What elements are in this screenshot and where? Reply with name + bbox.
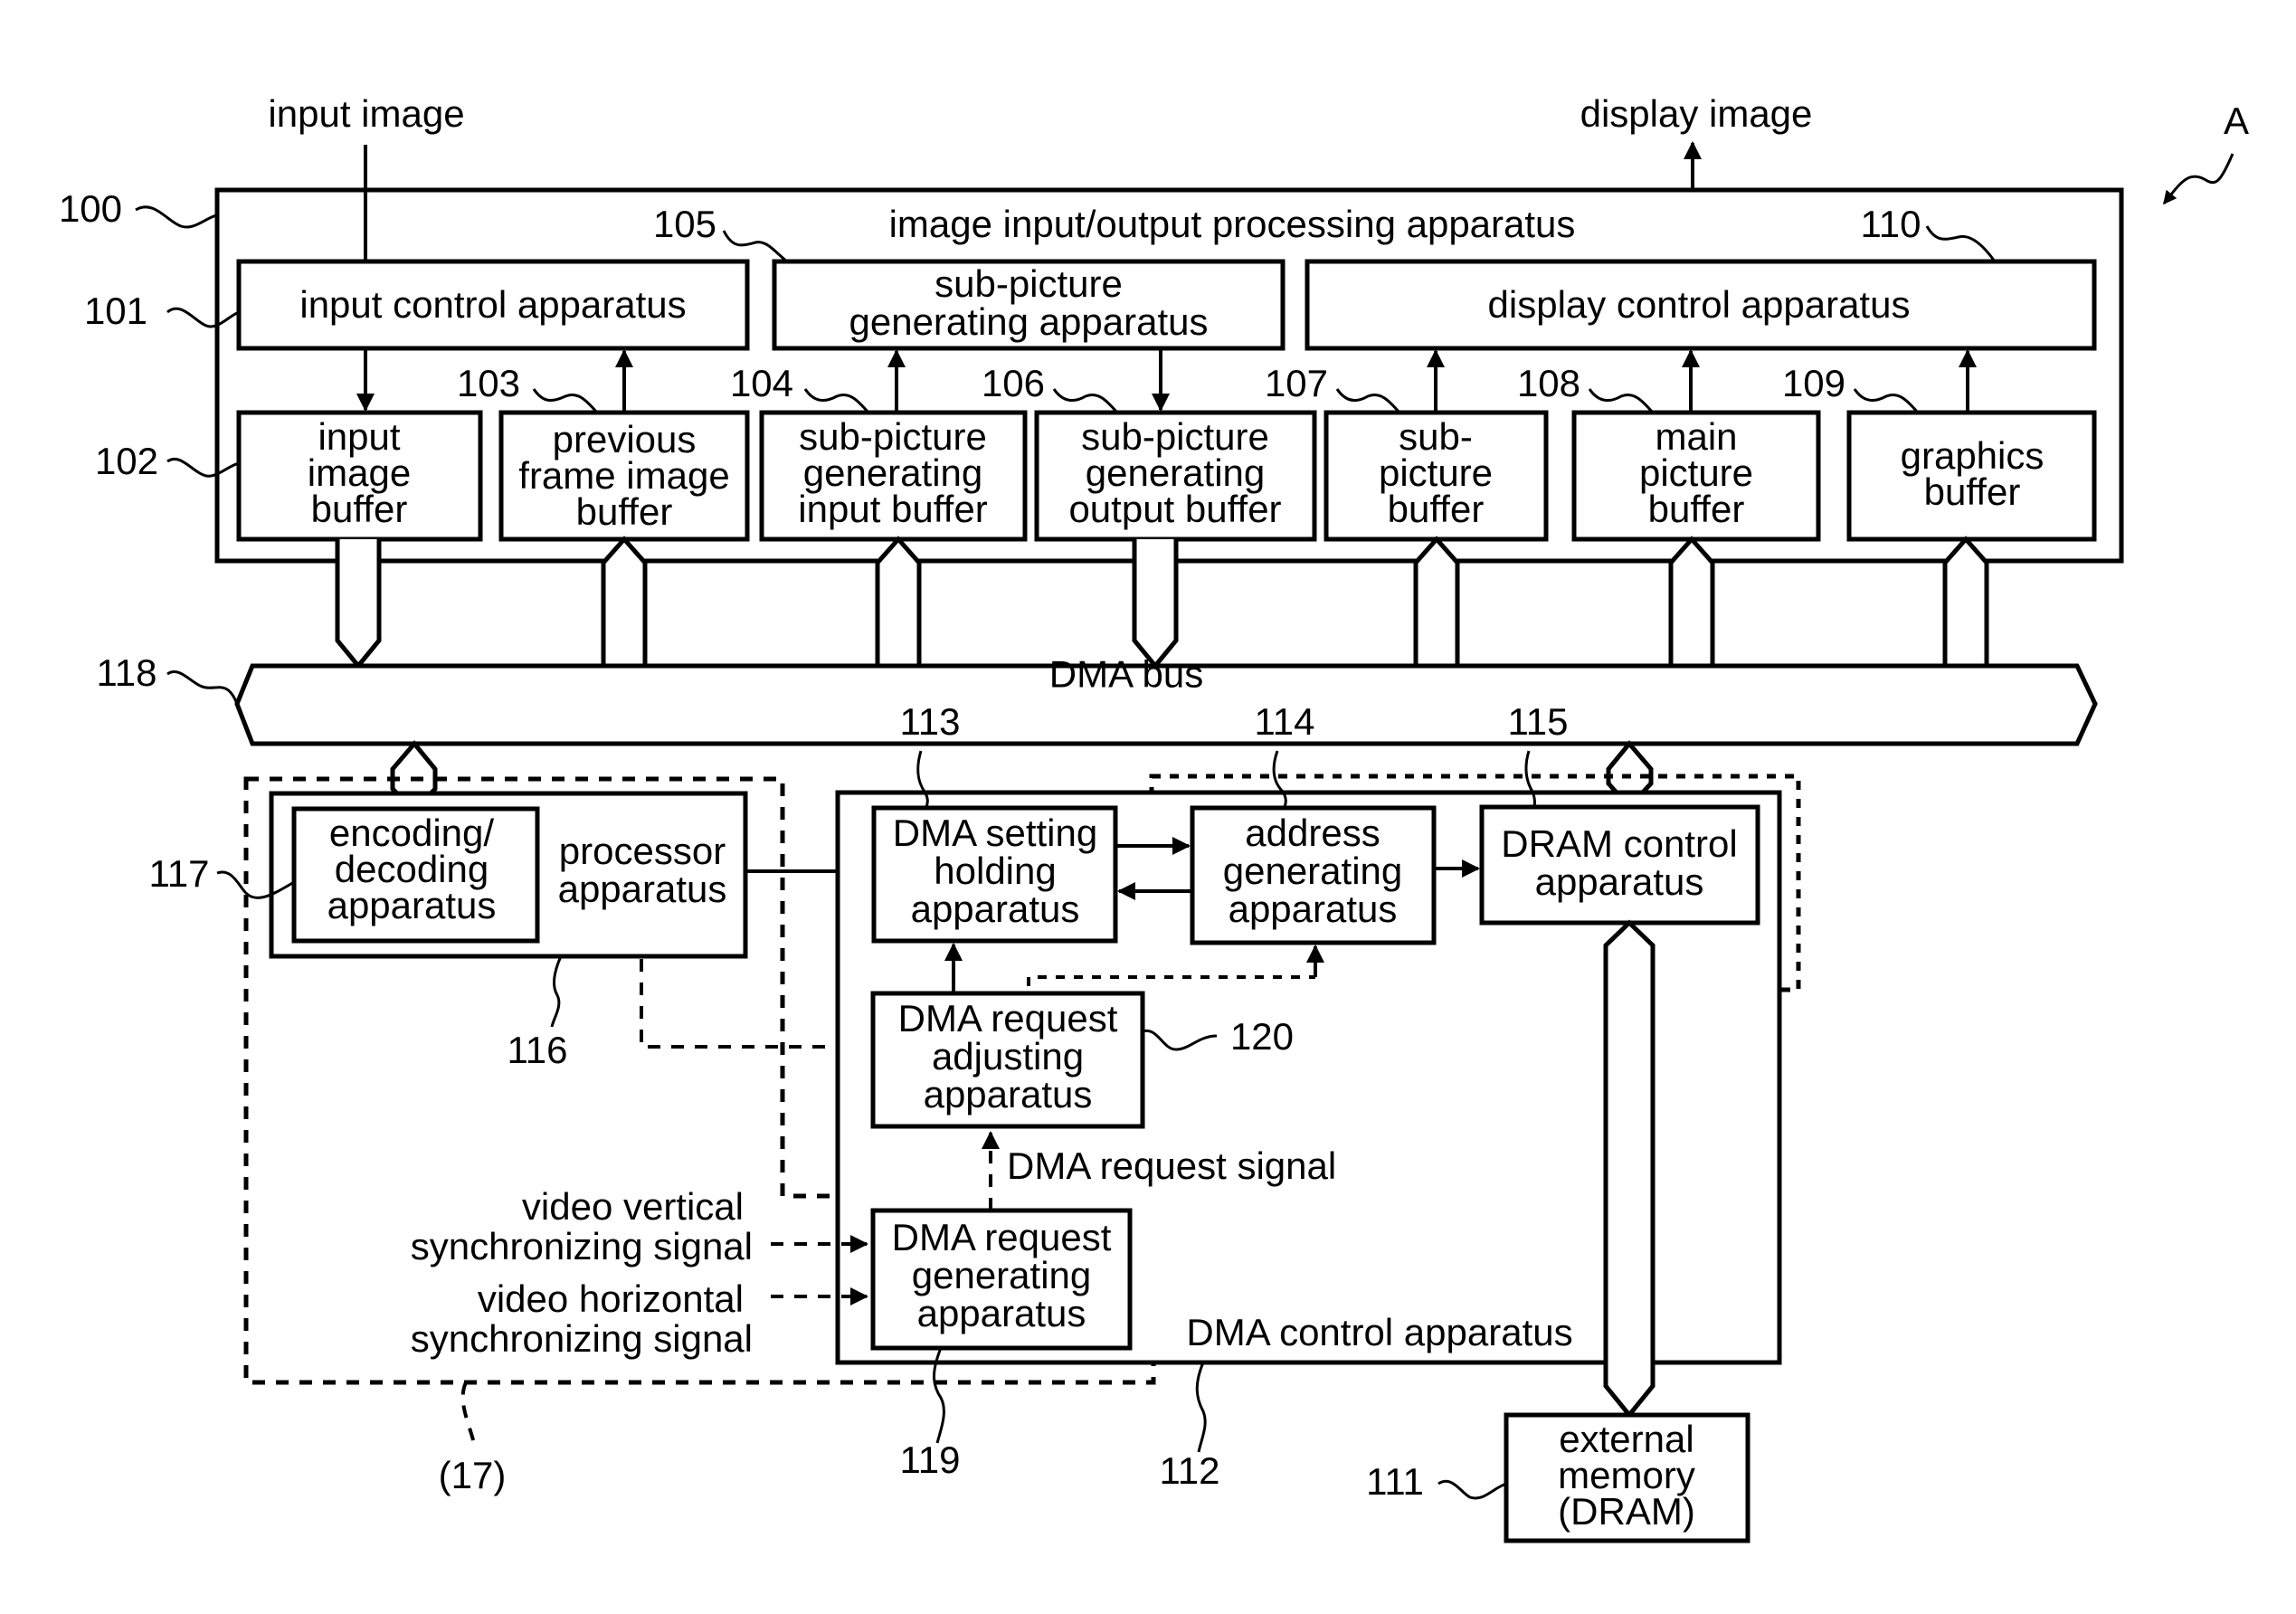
leader-116 <box>550 955 563 1028</box>
buffer-107-line-3: buffer <box>1388 488 1485 530</box>
figure-pointer-icon <box>2162 153 2234 205</box>
buffer-107[interactable]: sub- picture buffer <box>1324 410 1549 542</box>
bus-connector-109 <box>1942 536 1989 666</box>
dma-req-gen-label-2: generating <box>912 1254 1092 1296</box>
buffer-109-line-2: buffer <box>1924 470 2021 513</box>
dma-req-gen-label-3: apparatus <box>917 1292 1086 1334</box>
buffer-103-line-3: buffer <box>576 490 673 533</box>
ref-109: 109 <box>1782 362 1845 404</box>
ref-119: 119 <box>900 1438 961 1481</box>
leader-112 <box>1195 1362 1207 1453</box>
leader-118 <box>166 670 239 705</box>
hsync-label-2: synchronizing signal <box>411 1317 753 1360</box>
address-label-2: generating <box>1223 850 1403 892</box>
dma-req-adj-label-2: adjusting <box>932 1035 1084 1078</box>
dma-request-signal-label: DMA request signal <box>1007 1144 1336 1187</box>
ref-103: 103 <box>457 362 520 404</box>
ref-116: 116 <box>508 1029 568 1071</box>
processor-label-2: apparatus <box>558 868 727 910</box>
ref-111: 111 <box>1366 1460 1424 1503</box>
hsync-label-1: video horizontal <box>478 1277 744 1320</box>
leader-100 <box>135 205 218 229</box>
ref-106: 106 <box>982 362 1045 404</box>
display-control-label: display control apparatus <box>1488 283 1911 326</box>
buffer-104[interactable]: sub-picture generating input buffer <box>759 410 1028 542</box>
dram-control-label-2: apparatus <box>1535 860 1704 903</box>
buffer-102-line-3: buffer <box>311 488 408 530</box>
ref-110: 110 <box>1861 203 1921 245</box>
vsync-label-2: synchronizing signal <box>411 1225 753 1267</box>
dma-bus-label: DMA bus <box>1049 653 1203 696</box>
ref-100: 100 <box>59 187 122 230</box>
figure-label: A <box>2224 100 2249 142</box>
buffer-108-line-3: buffer <box>1648 488 1745 530</box>
input-image-label: input image <box>268 92 464 135</box>
bus-connector-102 <box>335 539 382 669</box>
ref-104: 104 <box>730 362 793 404</box>
block-title-100: image input/output processing apparatus <box>889 203 1576 245</box>
ref-112: 112 <box>1160 1449 1220 1492</box>
ref-117: 117 <box>149 852 210 895</box>
address-label-3: apparatus <box>1229 888 1398 930</box>
dma-req-adj-label-3: apparatus <box>924 1073 1093 1116</box>
address-label-1: address <box>1245 812 1380 854</box>
ref-105: 105 <box>653 203 716 245</box>
ref-102: 102 <box>95 440 158 482</box>
leader-17 <box>460 1381 477 1448</box>
ref-101: 101 <box>84 290 147 332</box>
dma-req-gen-label-1: DMA request <box>892 1216 1112 1258</box>
display-image-label: display image <box>1580 92 1813 135</box>
sub-picture-gen-label-2: generating apparatus <box>849 300 1209 343</box>
leader-111 <box>1437 1479 1507 1500</box>
buffer-109[interactable]: graphics buffer <box>1846 410 2097 542</box>
arrow-116-to-120 <box>640 959 866 1056</box>
ref-113: 113 <box>900 700 961 743</box>
input-control-label: input control apparatus <box>299 283 686 326</box>
buffer-106[interactable]: sub-picture generating output buffer <box>1034 410 1317 542</box>
dma-setting-label-2: holding <box>934 850 1056 892</box>
bus-connector-107 <box>1413 536 1460 666</box>
bus-connector-103 <box>601 536 648 666</box>
ref-120: 120 <box>1230 1015 1294 1058</box>
buffer-102[interactable]: input image buffer <box>236 410 483 542</box>
dma-req-adj-label-1: DMA request <box>898 997 1118 1040</box>
dram-control-label-1: DRAM control <box>1501 822 1737 865</box>
ref-108: 108 <box>1517 362 1580 404</box>
ext-mem-label-3: (DRAM) <box>1558 1490 1695 1533</box>
ref-114: 114 <box>1255 700 1315 743</box>
buffer-104-line-3: input buffer <box>798 488 987 530</box>
block-diagram: A input image display image 100 image in… <box>59 92 2249 1543</box>
dma-control-label: DMA control apparatus <box>1186 1311 1572 1353</box>
sub-picture-gen-label-1: sub-picture <box>935 262 1123 305</box>
buffer-108[interactable]: main picture buffer <box>1571 410 1821 542</box>
ref-118: 118 <box>97 651 157 694</box>
vsync-label-1: video vertical <box>522 1185 744 1228</box>
dma-setting-label-3: apparatus <box>911 888 1080 930</box>
buffer-106-line-3: output buffer <box>1068 488 1281 530</box>
buffer-103[interactable]: previous frame image buffer <box>498 410 750 542</box>
dram-bus-connector <box>1603 919 1656 1419</box>
encoding-label-3: apparatus <box>327 884 497 926</box>
ref-115: 115 <box>1508 700 1569 743</box>
group-17-ref: (17) <box>439 1454 507 1496</box>
bus-connector-108 <box>1668 536 1715 666</box>
bus-connector-106 <box>1132 539 1179 669</box>
processor-label-1: processor <box>559 830 726 872</box>
dma-setting-label-1: DMA setting <box>893 812 1097 854</box>
ref-107: 107 <box>1265 362 1328 404</box>
bus-connector-104 <box>875 536 922 666</box>
